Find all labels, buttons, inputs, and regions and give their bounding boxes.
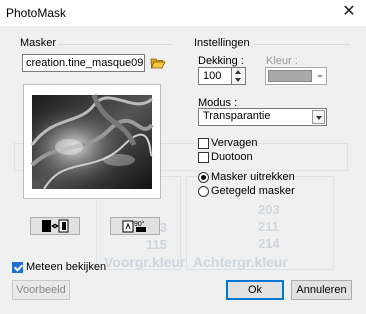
dekking-label: Dekking : [198, 55, 244, 67]
dekking-field[interactable]: 100 [198, 67, 232, 85]
duotoon-label[interactable]: Duotoon [211, 151, 253, 163]
modus-dropdown-button[interactable] [312, 110, 325, 124]
masker-group-divider [58, 44, 171, 45]
invert-mask-icon [42, 219, 69, 233]
rotate-90-label: 90° [134, 220, 145, 228]
instellingen-group-label: Instellingen [194, 37, 250, 49]
getegeld-masker-radio[interactable] [198, 186, 209, 197]
modus-select[interactable]: Transparantie [198, 108, 327, 126]
modus-selected-value: Transparantie [203, 110, 271, 122]
background-number: 211 [258, 219, 279, 234]
masker-uitrekken-radio[interactable] [198, 172, 209, 183]
rotate-90-button[interactable]: 90° [110, 217, 160, 235]
kleur-swatch [268, 70, 312, 82]
spin-up-icon[interactable] [235, 70, 241, 74]
background-number: 115 [146, 237, 167, 252]
mask-preview-image [30, 94, 154, 190]
meteen-bekijken-checkbox[interactable] [12, 262, 23, 273]
title-bar: PhotoMask ✕ [0, 0, 366, 26]
mask-preview [23, 84, 161, 199]
rotate-90-icon: 90° [122, 220, 146, 233]
vervagen-checkbox[interactable] [198, 138, 209, 149]
kleur-color-picker[interactable] [265, 67, 327, 85]
kleur-label: Kleur : [266, 55, 298, 67]
duotoon-checkbox[interactable] [198, 152, 209, 163]
masker-uitrekken-label[interactable]: Masker uitrekken [211, 171, 295, 183]
folder-open-icon[interactable] [150, 55, 166, 71]
voorbeeld-button[interactable]: Voorbeeld [12, 280, 70, 300]
background-number: 214 [258, 236, 280, 251]
background-caption-left: Voorgr.kleur [104, 254, 186, 270]
window-title: PhotoMask [6, 6, 67, 20]
getegeld-masker-label[interactable]: Getegeld masker [211, 185, 295, 197]
background-number: 203 [258, 202, 280, 217]
background-caption-right: Achtergr.kleur [193, 254, 288, 270]
ok-button[interactable]: Ok [226, 280, 284, 300]
vervagen-label[interactable]: Vervagen [211, 137, 257, 149]
chevron-down-icon [316, 116, 322, 120]
instellingen-group-divider [254, 44, 350, 45]
close-icon[interactable]: ✕ [340, 3, 358, 21]
mask-file-field[interactable]: creation.tine_masque093.jp [22, 54, 145, 72]
dekking-spinner[interactable] [232, 67, 246, 85]
invert-mask-button[interactable] [30, 217, 80, 235]
annuleren-button[interactable]: Annuleren [291, 280, 352, 300]
spin-down-icon[interactable] [235, 78, 241, 82]
meteen-bekijken-label[interactable]: Meteen bekijken [26, 261, 106, 273]
masker-group-label: Masker [20, 37, 57, 49]
chevron-down-icon[interactable] [317, 75, 323, 78]
